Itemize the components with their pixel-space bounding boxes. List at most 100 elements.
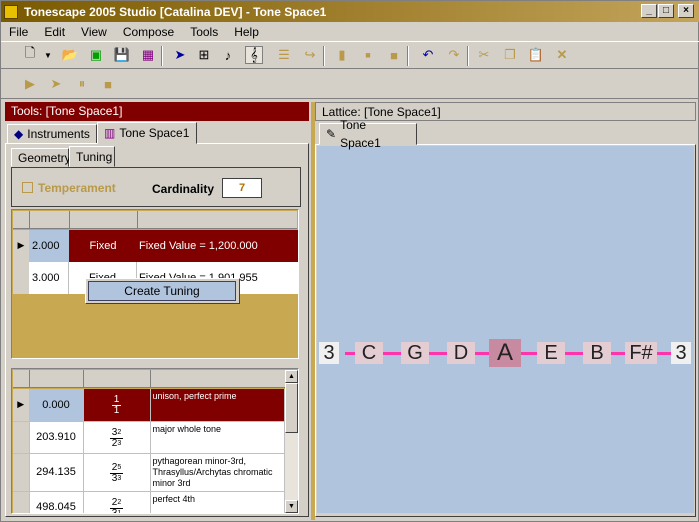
create-tuning-menu-item[interactable]: Create Tuning [88,281,236,301]
block-large-icon[interactable]: ▮ [333,46,351,64]
cut-icon[interactable]: ✂ [475,46,493,64]
interval-row[interactable]: 294.135 25 33 pythagorean minor-3rd, Thra… [13,453,285,492]
align-icon[interactable]: ☰ [275,46,293,64]
menu-help[interactable]: Help [226,25,267,39]
interval-cents[interactable]: 203.910 [29,421,84,454]
scroll-thumb[interactable] [285,383,298,433]
menu-edit[interactable]: Edit [36,25,73,39]
tab-instruments-label: Instruments [27,127,90,141]
row-indicator-icon: ▶ [13,230,29,262]
stop-icon[interactable]: ■ [99,75,117,93]
menu-tools[interactable]: Tools [182,25,226,39]
interval-grid: ▶ 0.000 11 unison, perfect prime 203.910… [11,368,299,514]
ratio-numerator-exponent: 2 [117,428,122,436]
tab-tone-space-label: Tone Space1 [119,126,190,140]
interval-description[interactable]: major whole tone [150,421,285,454]
interval-ratio[interactable]: 25 33 [83,453,151,492]
lattice-boundary-left: 3 [319,342,339,364]
note-icon[interactable]: ♪ [219,46,237,64]
instruments-icon: ◆ [14,127,24,141]
undo-icon[interactable]: ↶ [419,46,437,64]
interval-description[interactable]: perfect 4th [150,491,285,513]
subtab-tuning[interactable]: Tuning [69,146,115,167]
tone-space-icon: ▥ [104,126,116,140]
paste-icon[interactable]: 📋 [527,46,545,64]
title-bar: Tonescape 2005 Studio [Catalina DEV] - T… [1,1,699,22]
lattice-node-d[interactable]: D [447,342,475,364]
scroll-down-icon[interactable]: ▼ [285,500,298,513]
tab-lattice-tone-space[interactable]: ✎ Tone Space1 [319,118,417,150]
interval-row[interactable]: 498.045 22 31 perfect 4th [13,491,285,514]
tuning-row-value[interactable]: 3.000 [29,262,69,294]
ratio-denominator-exponent: 1 [117,509,122,514]
interval-description[interactable]: unison, perfect prime [150,389,285,422]
lattice-node-a-selected[interactable]: A [489,339,521,367]
pitch-tool-icon[interactable]: 𝄞 [245,46,263,64]
play-icon[interactable]: ▶ [21,75,39,93]
copy-icon[interactable]: ❐ [501,46,519,64]
grid-divider [150,370,151,388]
interval-ratio[interactable]: 11 [83,389,151,422]
grid-divider [137,211,138,229]
grid-divider [29,370,30,388]
temperament-checkbox[interactable] [22,182,33,193]
wrap-icon[interactable]: ↪ [301,46,319,64]
scroll-up-icon[interactable]: ▲ [285,370,298,383]
main-toolbar: 🗋 ▼ 📂 ▣ 💾 ▦ ➤ ⊞ ♪ 𝄞 ☰ ↪ ▮ ■ ■ ↶ ↷ ✂ ❐ 📋 … [1,41,699,69]
lattice-node-f-sharp[interactable]: F# [625,342,657,364]
interval-cents[interactable]: 498.045 [29,491,84,513]
subtab-tuning-label: Tuning [76,149,113,164]
open-document-icon[interactable]: ▣ [87,46,105,64]
toolbar-separator [161,46,163,66]
interval-grid-header [13,370,285,388]
subtab-geometry[interactable]: Geometry [11,148,71,167]
toolbar-separator [323,46,325,66]
tuning-row-type[interactable]: Fixed [69,230,137,262]
interval-cents[interactable]: 0.000 [29,389,84,422]
cardinality-field[interactable]: 7 [222,178,262,198]
interval-description[interactable]: pythagorean minor-3rd, Thrasyllus/Archyt… [150,453,285,492]
interval-cents[interactable]: 294.135 [29,453,84,492]
menu-view[interactable]: View [73,25,115,39]
save-icon[interactable]: 💾 [113,46,131,64]
context-menu: Create Tuning [85,278,240,304]
tuning-row-desc[interactable]: Fixed Value = 1,200.000 [137,230,298,262]
menu-file[interactable]: File [1,25,36,39]
tab-instruments[interactable]: ◆ Instruments [7,124,97,144]
lattice-node-e[interactable]: E [537,342,565,364]
window-title: Tonescape 2005 Studio [Catalina DEV] - T… [24,4,327,19]
row-header [13,491,30,513]
interval-ratio[interactable]: 32 23 [83,421,151,454]
minimize-button[interactable]: _ [641,4,657,18]
pause-icon[interactable]: ⏸ [73,75,91,93]
row-header [13,453,30,492]
select-arrow-icon[interactable]: ➤ [171,46,189,64]
interval-ratio[interactable]: 22 31 [83,491,151,514]
toolbar-separator [407,46,409,66]
tuning-row-value[interactable]: 2.000 [29,230,69,262]
interval-row[interactable]: ▶ 0.000 11 unison, perfect prime [13,389,285,422]
block-medium-icon[interactable]: ■ [385,46,403,64]
new-file-icon[interactable]: 🗋 [21,45,39,64]
lattice-node-c[interactable]: C [355,342,383,364]
new-dropdown-icon[interactable]: ▼ [39,46,57,64]
tuning-settings: Temperament Cardinality 7 [11,167,301,207]
maximize-button[interactable]: □ [658,4,674,18]
lattice-node-g[interactable]: G [401,342,429,364]
open-folder-icon[interactable]: 📂 [61,46,79,64]
redo-icon[interactable]: ↷ [445,46,463,64]
interval-scrollbar[interactable]: ▲ ▼ [285,370,298,513]
close-button[interactable]: × [678,4,694,18]
tab-tone-space[interactable]: ▥ Tone Space1 [97,122,197,144]
menu-compose[interactable]: Compose [115,25,182,39]
delete-icon[interactable]: ✕ [553,46,571,64]
play-from-cursor-icon[interactable]: ➤ [47,75,65,93]
pencil-icon: ✎ [326,127,337,141]
grid-icon[interactable]: ⊞ [195,46,213,64]
menu-bar: File Edit View Compose Tools Help [1,22,699,41]
lattice-node-b[interactable]: B [583,342,611,364]
save-all-icon[interactable]: ▦ [139,46,157,64]
block-small-icon[interactable]: ■ [359,46,377,64]
lattice-canvas[interactable]: 3 C G D A E B F# 3 [317,146,694,513]
interval-row[interactable]: 203.910 32 23 major whole tone [13,421,285,454]
